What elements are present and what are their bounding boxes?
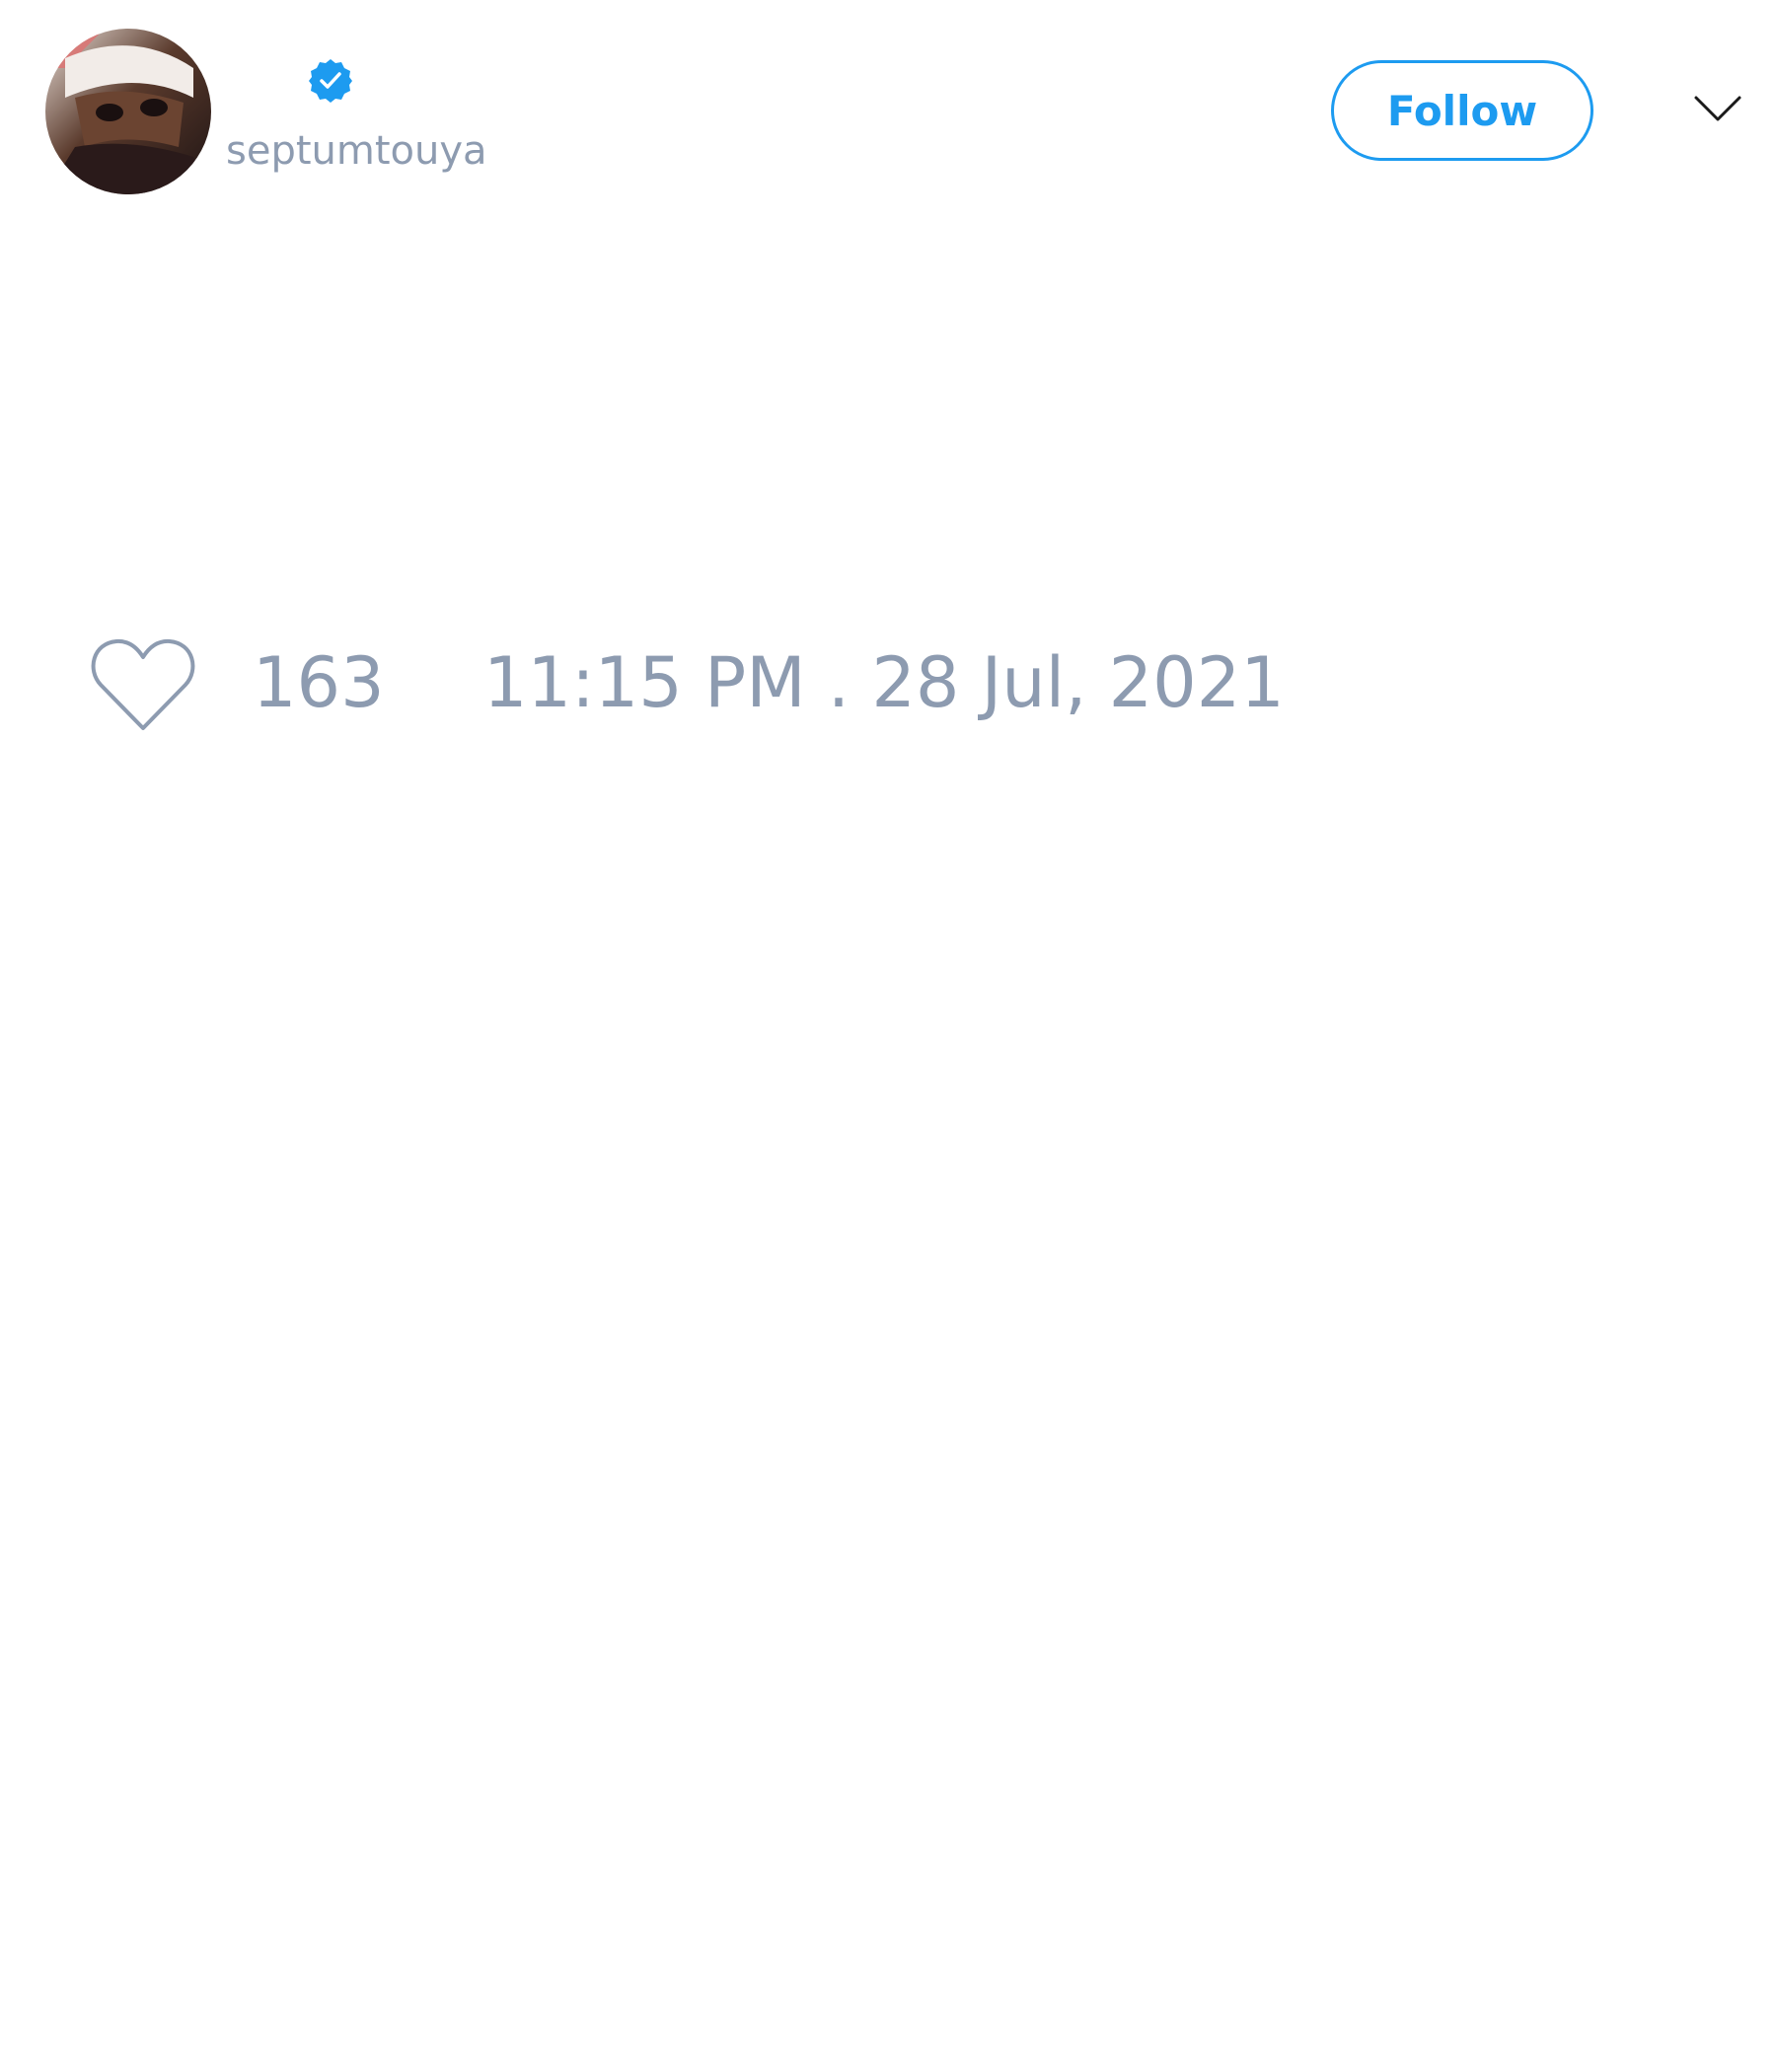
heart-outline-icon[interactable] bbox=[89, 635, 197, 734]
follow-button[interactable]: Follow bbox=[1331, 60, 1593, 161]
tweet-timestamp[interactable]: 11:15 PM . 28 Jul, 2021 bbox=[483, 643, 1285, 722]
avatar[interactable] bbox=[45, 29, 211, 194]
like-count: 163 bbox=[253, 642, 385, 723]
verified-badge-icon bbox=[309, 59, 352, 103]
chevron-down-icon[interactable] bbox=[1693, 93, 1742, 126]
tweet-card: septumtouya Follow 163 11:15 PM . 28 Jul… bbox=[0, 0, 1776, 2072]
author-handle[interactable]: septumtouya bbox=[226, 126, 487, 176]
avatar-image bbox=[45, 29, 211, 194]
